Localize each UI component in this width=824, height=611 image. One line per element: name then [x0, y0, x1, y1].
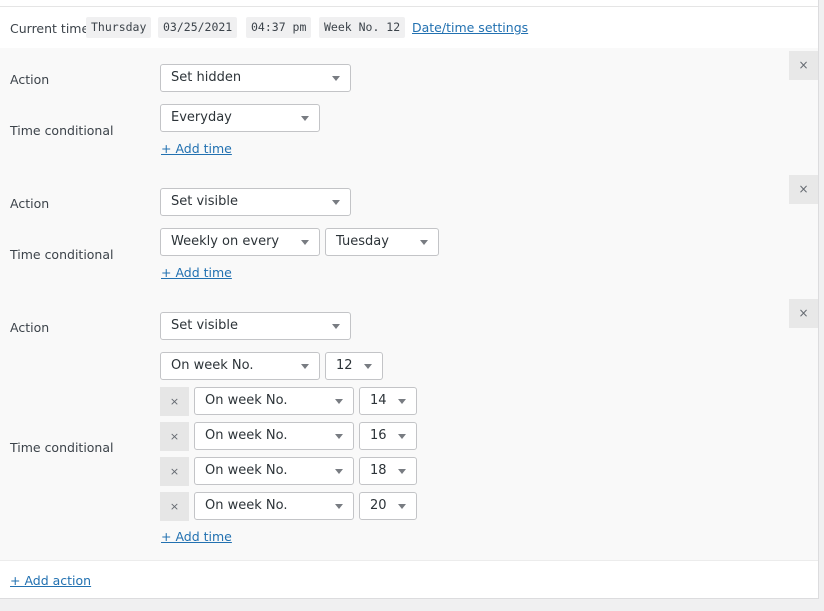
condition-select-value: On week No.	[205, 463, 288, 478]
action-select[interactable]: Set visible	[160, 312, 351, 340]
condition-select-value: On week No.	[205, 498, 288, 513]
condition-select-value: Everyday	[171, 110, 232, 125]
week-number-select[interactable]: 20	[359, 492, 417, 520]
remove-rule-button[interactable]: ×	[789, 51, 818, 80]
chevron-down-icon	[398, 399, 406, 404]
week-number-value: 12	[336, 358, 353, 373]
action-label: Action	[10, 320, 50, 335]
condition-select-value: On week No.	[205, 428, 288, 443]
close-icon: ×	[169, 395, 180, 408]
action-label: Action	[10, 72, 50, 87]
close-icon: ×	[798, 182, 809, 196]
week-number-select[interactable]: 18	[359, 457, 417, 485]
current-week-chip: Week No. 12	[319, 17, 406, 38]
current-time-row: Current time Thursday 03/25/2021 04:37 p…	[0, 6, 818, 49]
current-time-chip: 04:37 pm	[246, 17, 312, 38]
weekday-select-value: Tuesday	[336, 234, 389, 249]
current-day-chip: Thursday	[86, 17, 152, 38]
chevron-down-icon	[335, 434, 343, 439]
chevron-down-icon	[301, 116, 309, 121]
remove-rule-button[interactable]: ×	[789, 299, 818, 328]
week-number-select[interactable]: 14	[359, 387, 417, 415]
remove-time-button[interactable]: ×	[160, 422, 189, 451]
datetime-settings-link[interactable]: Date/time settings	[412, 20, 528, 35]
condition-select[interactable]: On week No.	[194, 492, 354, 520]
action-label: Action	[10, 196, 50, 211]
week-number-value: 18	[370, 463, 387, 478]
close-icon: ×	[798, 58, 809, 72]
current-date-chip: 03/25/2021	[158, 17, 238, 38]
action-select-value: Set visible	[171, 318, 239, 333]
time-conditional-label: Time conditional	[10, 123, 114, 138]
condition-select[interactable]: On week No.	[194, 422, 354, 450]
time-conditional-label: Time conditional	[10, 440, 114, 455]
action-select-value: Set hidden	[171, 70, 242, 85]
chevron-down-icon	[301, 240, 309, 245]
condition-select[interactable]: Weekly on every	[160, 228, 320, 256]
week-number-value: 20	[370, 498, 387, 513]
chevron-down-icon	[332, 200, 340, 205]
condition-select-value: On week No.	[171, 358, 254, 373]
add-action-link[interactable]: + Add action	[10, 573, 91, 588]
condition-select[interactable]: Everyday	[160, 104, 320, 132]
remove-time-button[interactable]: ×	[160, 457, 189, 486]
condition-select-value: Weekly on every	[171, 234, 280, 249]
condition-select[interactable]: On week No.	[194, 387, 354, 415]
chevron-down-icon	[335, 504, 343, 509]
action-select[interactable]: Set hidden	[160, 64, 351, 92]
close-icon: ×	[169, 430, 180, 443]
chevron-down-icon	[332, 324, 340, 329]
week-number-value: 16	[370, 428, 387, 443]
weekday-select[interactable]: Tuesday	[325, 228, 439, 256]
chevron-down-icon	[398, 434, 406, 439]
condition-select-value: On week No.	[205, 393, 288, 408]
close-icon: ×	[798, 306, 809, 320]
condition-select[interactable]: On week No.	[160, 352, 320, 380]
action-select-value: Set visible	[171, 194, 239, 209]
chevron-down-icon	[398, 469, 406, 474]
chevron-down-icon	[301, 364, 309, 369]
close-icon: ×	[169, 500, 180, 513]
remove-rule-button[interactable]: ×	[789, 175, 818, 204]
add-time-link[interactable]: + Add time	[161, 265, 232, 280]
rule-block-3: Action Set visible On week No. 12 Time c…	[0, 296, 818, 561]
week-number-select[interactable]: 16	[359, 422, 417, 450]
remove-time-button[interactable]: ×	[160, 387, 189, 416]
chevron-down-icon	[335, 399, 343, 404]
chevron-down-icon	[335, 469, 343, 474]
chevron-down-icon	[364, 364, 372, 369]
schedule-panel: Current time Thursday 03/25/2021 04:37 p…	[0, 0, 819, 599]
condition-select[interactable]: On week No.	[194, 457, 354, 485]
chevron-down-icon	[420, 240, 428, 245]
time-conditional-label: Time conditional	[10, 247, 114, 262]
week-number-select[interactable]: 12	[325, 352, 383, 380]
chevron-down-icon	[332, 76, 340, 81]
chevron-down-icon	[398, 504, 406, 509]
add-time-link[interactable]: + Add time	[161, 529, 232, 544]
remove-time-button[interactable]: ×	[160, 492, 189, 521]
week-number-value: 14	[370, 393, 387, 408]
rule-block-1: Action Set hidden Time conditional Every…	[0, 48, 818, 173]
current-time-label: Current time	[10, 21, 90, 36]
rule-block-2: Action Set visible Time conditional Week…	[0, 172, 818, 297]
close-icon: ×	[169, 465, 180, 478]
add-time-link[interactable]: + Add time	[161, 141, 232, 156]
action-select[interactable]: Set visible	[160, 188, 351, 216]
